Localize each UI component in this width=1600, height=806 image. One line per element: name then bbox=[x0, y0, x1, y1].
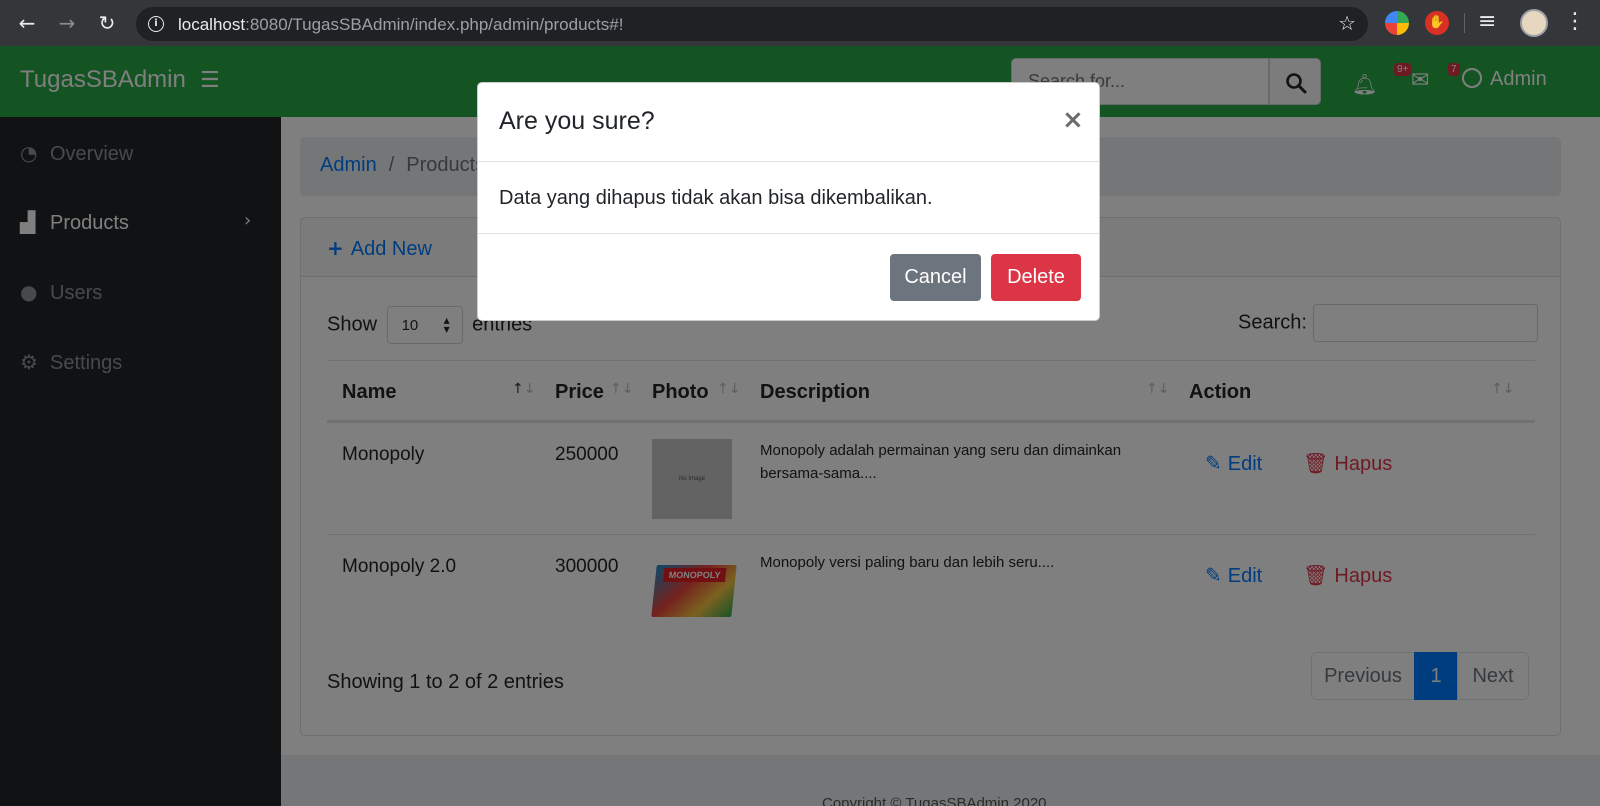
cancel-button[interactable]: Cancel bbox=[890, 254, 981, 301]
media-playlist-icon[interactable]: ≡ bbox=[1478, 9, 1496, 34]
close-icon[interactable]: × bbox=[1062, 107, 1084, 133]
modal-body: Data yang dihapus tidak akan bisa dikemb… bbox=[499, 187, 933, 209]
extension-stop-icon[interactable]: ✋ bbox=[1425, 11, 1449, 35]
address-bar[interactable]: i localhost:8080/TugasSBAdmin/index.php/… bbox=[136, 7, 1368, 41]
reload-icon[interactable]: ↻ bbox=[94, 10, 120, 36]
modal-header: Are you sure? × bbox=[478, 83, 1099, 162]
delete-confirm-modal: Are you sure? × Data yang dihapus tidak … bbox=[477, 82, 1100, 321]
url-path: :8080/TugasSBAdmin/index.php/admin/produ… bbox=[245, 15, 624, 34]
extension-globe-icon[interactable] bbox=[1385, 11, 1409, 35]
toolbar-divider bbox=[1464, 13, 1465, 33]
bookmark-star-icon[interactable]: ☆ bbox=[1338, 11, 1356, 35]
browser-menu-icon[interactable]: ⋮ bbox=[1564, 9, 1586, 34]
browser-toolbar: ← → ↻ i localhost:8080/TugasSBAdmin/inde… bbox=[0, 0, 1600, 46]
modal-title: Are you sure? bbox=[499, 107, 655, 135]
forward-arrow-icon[interactable]: → bbox=[54, 10, 80, 36]
modal-footer: Cancel Delete bbox=[478, 233, 1099, 321]
profile-avatar[interactable] bbox=[1520, 9, 1548, 37]
delete-button[interactable]: Delete bbox=[991, 254, 1081, 301]
url-host: localhost bbox=[178, 15, 246, 34]
site-info-icon[interactable]: i bbox=[148, 16, 164, 32]
back-arrow-icon[interactable]: ← bbox=[14, 10, 40, 36]
address-url[interactable]: localhost:8080/TugasSBAdmin/index.php/ad… bbox=[178, 15, 623, 35]
